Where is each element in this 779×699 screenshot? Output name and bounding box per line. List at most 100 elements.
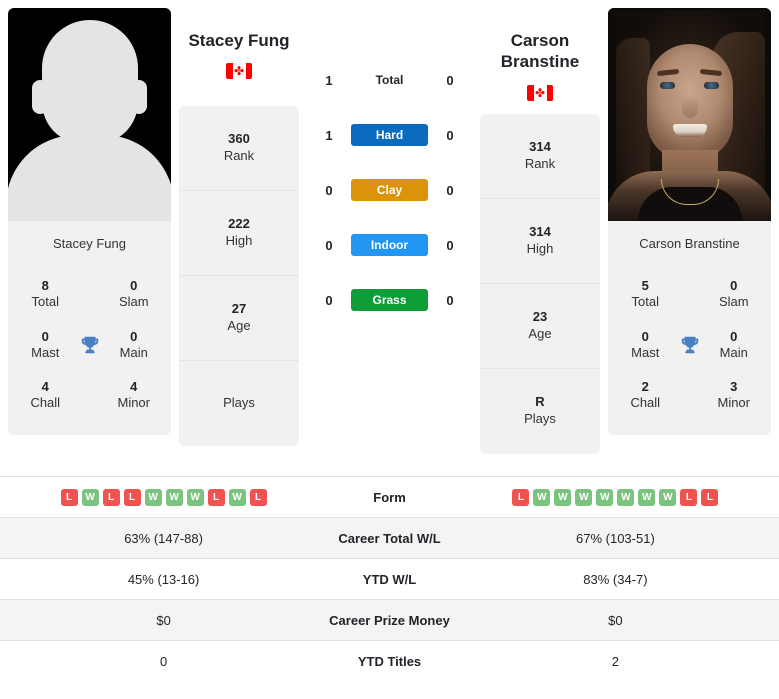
form-badge-w[interactable]: W [186,488,204,506]
form-badge-l[interactable]: L [102,488,120,506]
info-age-value: 23 [532,308,548,324]
info-cell-high: 222 High [179,191,299,277]
h2h-row: 0 Indoor 0 [307,233,472,257]
form-badge-w[interactable]: W [165,488,183,506]
stat-mast-value: 0 [41,328,49,344]
stat-chall: 2 Chall [618,379,673,412]
stat-chall: 4 Chall [18,379,73,412]
form-badge-l[interactable]: L [207,488,225,506]
titles-row-chall-minor: 2 Chall 3 Minor [614,370,765,421]
stat-main: 0 Main [707,329,762,362]
form-badge-w[interactable]: W [575,488,593,506]
info-plays-value: R [535,394,545,410]
form-badge-w[interactable]: W [638,488,656,506]
info-age-value: 27 [231,301,247,317]
info-cell-high: 314 High [480,199,600,284]
stat-slam-value: 0 [130,278,138,293]
h2h-label-hard[interactable]: Hard [351,124,428,146]
maple-leaf-icon: ✤ [534,85,546,100]
stat-mast-label: Mast [31,344,60,360]
info-cell-age: 27 Age [179,276,299,362]
stat-total-value: 5 [641,278,649,293]
stat-minor-value: 4 [130,379,138,394]
stat-main-value: 0 [730,328,738,344]
form-badge-w[interactable]: W [228,488,246,506]
stat-total-label: Total [31,294,59,310]
stat-total: 5 Total [618,278,673,311]
stat-slam-value: 0 [730,278,738,293]
stat-main-label: Main [719,344,748,360]
h2h-right-score: 0 [446,182,454,198]
stat-chall-value: 4 [41,379,49,394]
left-player-titles-stats: 8 Total 0 Slam 0 Mast 0 Main 4 Chall 4 M… [8,265,171,435]
form-badge-l[interactable]: L [123,488,141,506]
table-row-form: LWLLWWWLWL Form LWWWWWWWLL [0,476,779,518]
info-cell-age: 23 Age [480,284,600,369]
right-player-photo [608,8,771,221]
h2h-row: 1 Hard 0 [307,123,472,147]
stat-slam: 0 Slam [707,278,762,311]
h2h-right-score: 0 [446,292,454,308]
head-to-head-column: 1 Total 0 1 Hard 0 0 Clay 0 0 Indoor 0 0… [307,8,472,343]
titles-row-total-slam: 5 Total 0 Slam [614,269,765,320]
table-row: 45% (13-16) YTD W/L 83% (34-7) [0,558,779,600]
canada-flag-icon: ✤ [527,84,553,101]
left-value-career-total-wl: 63% (147-88) [124,530,203,546]
form-badge-w[interactable]: W [596,488,614,506]
info-age-label: Age [227,318,251,334]
info-high-label: High [225,233,253,249]
stat-mast-label: Mast [631,344,660,360]
h2h-left-score: 1 [325,127,333,143]
right-value-ytd-titles: 2 [611,653,620,669]
h2h-label-grass[interactable]: Grass [351,289,428,311]
h2h-left-score: 1 [325,72,333,88]
right-player-info-col: Carson Branstine ✤ 314 Rank 314 High 23 … [480,8,600,454]
table-row: $0 Career Prize Money $0 [0,599,779,641]
stat-mast-value: 0 [641,328,649,344]
form-badge-w[interactable]: W [144,488,162,506]
left-form-cell: LWLLWWWLWL [0,477,327,518]
h2h-label-indoor[interactable]: Indoor [351,234,428,256]
left-form-badges: LWLLWWWLWL [0,488,327,506]
form-badge-l[interactable]: L [249,488,267,506]
row-label-ytd-titles: YTD Titles [357,653,422,669]
stat-total: 8 Total [18,278,73,311]
stat-minor-label: Minor [117,395,150,411]
right-value-ytd-wl: 83% (34-7) [583,571,648,587]
left-player-photo-card: Stacey Fung 8 Total 0 Slam 0 Mast 0 Main… [8,8,171,435]
form-badge-l[interactable]: L [60,488,78,506]
trophy-icon [73,334,107,356]
form-badge-l[interactable]: L [512,488,530,506]
info-cell-rank: 314 Rank [480,114,600,199]
stat-chall-value: 2 [641,379,649,394]
left-player-name[interactable]: Stacey Fung [188,30,289,51]
h2h-row: 0 Clay 0 [307,178,472,202]
row-label-career-total-wl: Career Total W/L [338,530,441,546]
stat-main: 0 Main [107,329,162,362]
form-badge-w[interactable]: W [533,488,551,506]
left-value-ytd-titles: 0 [159,653,168,669]
form-badge-w[interactable]: W [617,488,635,506]
info-high-label: High [526,240,554,256]
form-badge-w[interactable]: W [659,488,677,506]
stat-slam-label: Slam [118,294,149,310]
h2h-right-score: 0 [446,72,454,88]
right-value-career-prize-money: $0 [608,612,623,628]
form-badge-l[interactable]: L [680,488,698,506]
left-player-photo-caption: Stacey Fung [53,235,126,251]
left-player-info-col: Stacey Fung ✤ 360 Rank 222 High 27 Age P… [179,8,299,447]
info-rank-label: Rank [524,155,556,171]
form-badge-l[interactable]: L [701,488,719,506]
left-value-ytd-wl: 45% (13-16) [127,571,200,587]
right-form-badges: LWWWWWWWLL [452,488,779,506]
right-form-cell: LWWWWWWWLL [452,477,779,518]
form-badge-w[interactable]: W [81,488,99,506]
form-badge-w[interactable]: W [554,488,572,506]
stat-minor: 4 Minor [107,379,162,412]
titles-row-mast-main: 0 Mast 0 Main [14,320,165,371]
info-high-value: 314 [529,223,551,239]
right-player-name[interactable]: Carson Branstine [480,30,600,73]
info-cell-rank: 360 Rank [179,106,299,192]
player-portrait-image [608,8,771,221]
h2h-label-clay[interactable]: Clay [351,179,428,201]
